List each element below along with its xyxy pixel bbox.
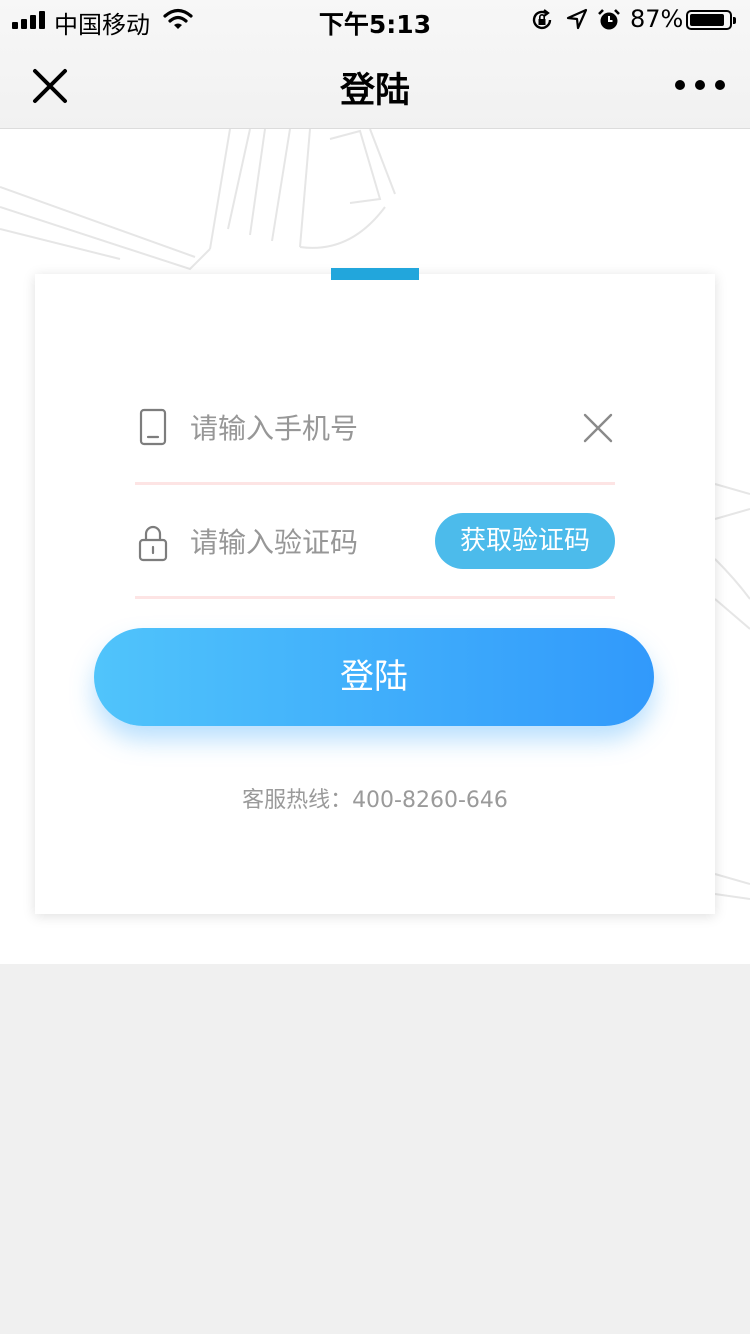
battery-icon: [686, 10, 736, 30]
close-icon[interactable]: [30, 66, 70, 106]
hotline-text: 客服热线：400-8260-646: [242, 788, 508, 813]
lock-icon: [138, 525, 168, 562]
more-icon[interactable]: [672, 70, 728, 100]
code-field: 获取验证码: [135, 512, 615, 572]
card-accent-bar: [331, 268, 419, 280]
page-title: 登陆: [339, 71, 410, 111]
status-bar: 中国移动 下午5:13 87%: [0, 0, 750, 40]
clear-icon[interactable]: [581, 411, 615, 445]
top-bar: 中国移动 下午5:13 87% 登陆: [0, 0, 750, 129]
login-button[interactable]: 登陆: [94, 628, 654, 726]
alarm-icon: [598, 9, 620, 30]
phone-input[interactable]: [190, 406, 490, 450]
location-icon: [566, 8, 588, 30]
code-field-underline: [135, 596, 615, 599]
phone-field-underline: [135, 482, 615, 485]
login-card: 获取验证码 登陆 客服热线：400-8260-646: [35, 268, 715, 914]
battery-percent: 87%: [630, 5, 684, 33]
orientation-lock-icon: [532, 9, 552, 30]
phone-field: [135, 398, 615, 458]
get-code-button[interactable]: 获取验证码: [435, 513, 615, 569]
phone-icon: [139, 408, 167, 446]
